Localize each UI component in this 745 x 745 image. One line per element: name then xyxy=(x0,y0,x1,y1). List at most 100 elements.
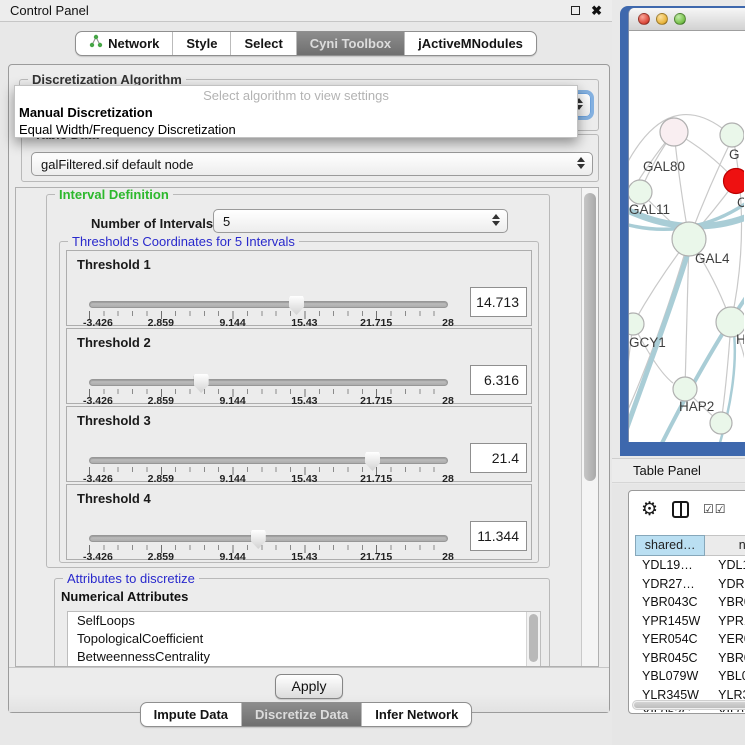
network-node-label: GCY1 xyxy=(629,335,666,350)
zoom-traffic-light-icon[interactable] xyxy=(674,13,686,25)
table-row[interactable]: YDL19…YDL1 xyxy=(635,556,745,575)
slider-tick-labels: -3.4262.8599.14415.4321.71528 xyxy=(89,551,448,563)
tab-style[interactable]: Style xyxy=(172,32,230,55)
network-edge[interactable] xyxy=(731,137,742,322)
number-of-intervals-combobox[interactable]: 5 xyxy=(213,209,508,233)
minimize-traffic-light-icon[interactable] xyxy=(656,13,668,25)
control-panel-titlebar: Control Panel ✖ xyxy=(0,0,612,22)
numerical-attributes-label: Numerical Attributes xyxy=(61,589,188,604)
popup-item[interactable]: Equal Width/Frequency Discretization xyxy=(15,121,577,138)
bottom-tab-infer-network[interactable]: Infer Network xyxy=(361,703,471,726)
network-node-label: GAL11 xyxy=(629,202,670,217)
network-node-label: H xyxy=(736,332,744,347)
popup-item[interactable]: Manual Discretization xyxy=(15,104,577,121)
column-header-name[interactable]: na xyxy=(705,535,745,556)
threshold-value-field[interactable]: 11.344 xyxy=(470,521,527,551)
number-of-intervals-value: 5 xyxy=(223,214,230,229)
table-row[interactable]: YER054CYER0 xyxy=(635,630,745,649)
group-title: Interval Definition xyxy=(55,187,173,202)
threshold-slider[interactable]: -3.4262.8599.14415.4321.71528 xyxy=(89,529,448,559)
combo-arrows-icon xyxy=(577,157,585,169)
numerical-attributes-list[interactable]: SelfLoopsTopologicalCoefficientBetweenne… xyxy=(67,611,541,667)
number-of-intervals-label: Number of Intervals xyxy=(91,216,213,231)
cell-name: YBR0 xyxy=(705,649,745,668)
gear-icon[interactable]: ⚙ xyxy=(641,500,658,519)
popup-placeholder: Select algorithm to view settings xyxy=(15,88,577,104)
table-panel-titlebar: Table Panel xyxy=(612,458,745,483)
panel-vertical-scrollbar[interactable] xyxy=(581,188,598,666)
table-row[interactable]: YPR145WYPR1 xyxy=(635,612,745,631)
thresholds-group: Threshold's Coordinates for 5 Intervals … xyxy=(59,241,539,563)
threshold-slider[interactable]: -3.4262.8599.14415.4321.71528 xyxy=(89,373,448,403)
bottom-tab-discretize-data[interactable]: Discretize Data xyxy=(241,703,361,726)
cell-shared-name: YPR145W xyxy=(635,612,705,631)
tab-network[interactable]: Network xyxy=(76,32,172,55)
slider-track[interactable] xyxy=(89,301,448,308)
slider-track[interactable] xyxy=(89,457,448,464)
cell-shared-name: YER054C xyxy=(635,630,705,649)
slider-track[interactable] xyxy=(89,535,448,542)
network-node[interactable] xyxy=(724,169,745,194)
group-title: Attributes to discretize xyxy=(63,571,199,586)
close-traffic-light-icon[interactable] xyxy=(638,13,650,25)
network-icon xyxy=(89,32,103,55)
settings-scroll-viewport: Interval Definition Number of Intervals … xyxy=(15,187,599,667)
select-columns-checkboxes-icon[interactable]: ☑☑ xyxy=(703,502,727,516)
cell-shared-name: YBL079W xyxy=(635,667,705,686)
network-node-label: HAP2 xyxy=(679,399,714,414)
column-header-shared-name[interactable]: shared… xyxy=(635,535,705,556)
algorithm-dropdown-popup: Select algorithm to view settings Manual… xyxy=(14,85,578,138)
network-view-window: GAL80GCGAL11GAL4GCY1HHAP2 xyxy=(620,6,745,456)
bottom-tab-bar: Impute DataDiscretize DataInfer Network xyxy=(0,702,612,727)
table-row[interactable]: YBR043CYBR0 xyxy=(635,593,745,612)
threshold-label: Threshold 2 xyxy=(77,335,151,350)
table-horizontal-scrollbar[interactable] xyxy=(632,700,745,710)
threshold-label: Threshold 4 xyxy=(77,491,151,506)
list-item[interactable]: BetweennessCentrality xyxy=(68,648,540,666)
threshold-value-field[interactable]: 14.713 xyxy=(470,287,527,317)
cell-name: YDR2 xyxy=(705,575,745,594)
network-node-label: GAL4 xyxy=(695,251,730,266)
network-node[interactable] xyxy=(660,118,688,146)
network-node[interactable] xyxy=(710,412,732,434)
threshold-slider[interactable]: -3.4262.8599.14415.4321.71528 xyxy=(89,451,448,481)
network-canvas[interactable]: GAL80GCGAL11GAL4GCY1HHAP2 xyxy=(629,31,745,442)
list-item[interactable]: SelfLoops xyxy=(68,612,540,630)
bottom-tab-impute-data[interactable]: Impute Data xyxy=(141,703,241,726)
network-window-titlebar[interactable] xyxy=(629,8,745,31)
threshold-box-3: Threshold 3-3.4262.8599.14415.4321.71528… xyxy=(66,406,532,482)
tab-select[interactable]: Select xyxy=(230,32,295,55)
float-window-icon[interactable] xyxy=(571,6,580,15)
network-node[interactable] xyxy=(673,377,697,401)
split-columns-icon[interactable] xyxy=(672,501,689,518)
cell-shared-name: YDL19… xyxy=(635,556,705,575)
list-item[interactable]: TopologicalCoefficient xyxy=(68,630,540,648)
network-node[interactable] xyxy=(629,313,644,335)
threshold-box-1: Threshold 1-3.4262.8599.14415.4321.71528… xyxy=(66,250,532,326)
close-icon[interactable]: ✖ xyxy=(591,6,602,16)
threshold-slider[interactable]: -3.4262.8599.14415.4321.71528 xyxy=(89,295,448,325)
slider-track[interactable] xyxy=(89,379,448,386)
threshold-value-field[interactable]: 6.316 xyxy=(470,365,527,395)
table-toolbar: ⚙ ☑☑ xyxy=(629,491,745,527)
table-row[interactable]: YBL079WYBL0 xyxy=(635,667,745,686)
table-data-combobox[interactable]: galFiltered.sif default node xyxy=(31,152,593,176)
tick-label: 21.715 xyxy=(360,551,392,563)
table-row[interactable]: YDR27…YDR2 xyxy=(635,575,745,594)
network-node-label: G xyxy=(729,147,740,162)
network-node[interactable] xyxy=(720,123,744,147)
network-node-label: GAL80 xyxy=(643,159,685,174)
table-panel-title: Table Panel xyxy=(633,463,701,478)
combo-arrows-icon xyxy=(492,214,500,226)
cell-shared-name: YBR045C xyxy=(635,649,705,668)
cell-name: YPR1 xyxy=(705,612,745,631)
cell-shared-name: YDR27… xyxy=(635,575,705,594)
table-row[interactable]: YBR045CYBR0 xyxy=(635,649,745,668)
network-node[interactable] xyxy=(629,180,652,204)
tab-cyni-toolbox[interactable]: Cyni Toolbox xyxy=(296,32,404,55)
threshold-value-field[interactable]: 21.4 xyxy=(470,443,527,473)
apply-button[interactable]: Apply xyxy=(275,674,343,699)
tab-jactivemnodules[interactable]: jActiveMNodules xyxy=(404,32,536,55)
attributes-list-scrollbar[interactable] xyxy=(526,612,540,667)
cell-name: YBR0 xyxy=(705,593,745,612)
